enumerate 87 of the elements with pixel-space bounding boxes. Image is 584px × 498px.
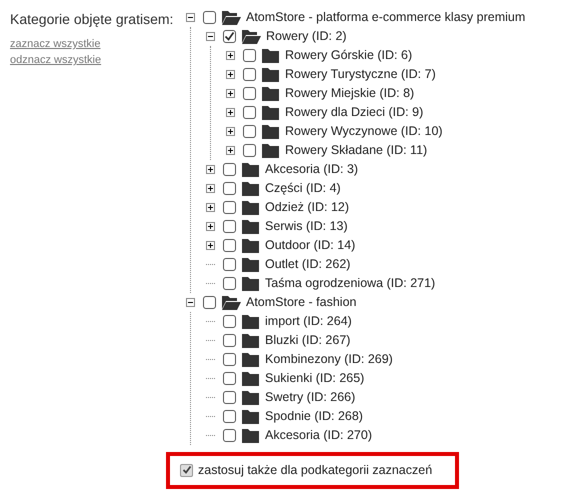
section-label: Kategorie objęte gratisem:: [10, 10, 174, 29]
folder-icon: [242, 200, 259, 215]
expand-icon[interactable]: [226, 51, 235, 60]
expand-icon[interactable]: [226, 70, 235, 79]
folder-icon: [242, 257, 259, 272]
checkbox[interactable]: [243, 49, 256, 62]
checkbox[interactable]: [243, 106, 256, 119]
category-label[interactable]: Akcesoria (ID: 270): [265, 426, 372, 445]
checkbox[interactable]: [223, 391, 236, 404]
expand-icon[interactable]: [206, 222, 215, 231]
folder-icon: [242, 162, 259, 177]
category-label[interactable]: Rowery dla Dzieci (ID: 9): [285, 103, 424, 122]
checkbox[interactable]: [223, 334, 236, 347]
checkbox[interactable]: [180, 464, 193, 477]
folder-icon: [242, 371, 259, 386]
checkbox[interactable]: [223, 239, 236, 252]
checkbox[interactable]: [223, 163, 236, 176]
collapse-icon[interactable]: [206, 32, 215, 41]
checkbox[interactable]: [223, 30, 236, 43]
category-label[interactable]: AtomStore - platforma e-commerce klasy premium: [246, 8, 526, 27]
expand-icon[interactable]: [226, 127, 235, 136]
category-label[interactable]: Akcesoria (ID: 3): [265, 160, 358, 179]
checkbox[interactable]: [223, 315, 236, 328]
checkbox[interactable]: [243, 144, 256, 157]
checkbox[interactable]: [243, 125, 256, 138]
category-label[interactable]: Bluzki (ID: 267): [265, 331, 350, 350]
folder-icon: [262, 67, 279, 82]
checkbox[interactable]: [203, 296, 216, 309]
collapse-icon[interactable]: [186, 13, 195, 22]
category-label[interactable]: Spodnie (ID: 268): [265, 407, 363, 426]
folder-icon: [242, 428, 259, 443]
checkbox[interactable]: [243, 87, 256, 100]
checkbox[interactable]: [223, 220, 236, 233]
expand-icon[interactable]: [206, 241, 215, 250]
category-label[interactable]: AtomStore - fashion: [246, 293, 356, 312]
folder-icon: [262, 48, 279, 63]
folder-icon: [262, 86, 279, 101]
category-label[interactable]: Rowery Składane (ID: 11): [285, 141, 428, 160]
category-label[interactable]: Outdoor (ID: 14): [265, 236, 356, 255]
category-label[interactable]: Rowery Turystyczne (ID: 7): [285, 65, 436, 84]
expand-icon[interactable]: [226, 108, 235, 117]
folder-icon: [242, 181, 259, 196]
folder-icon: [262, 143, 279, 158]
checkbox[interactable]: [223, 410, 236, 423]
expand-icon[interactable]: [206, 184, 215, 193]
category-label[interactable]: import (ID: 264): [265, 312, 352, 331]
open-folder-icon: [222, 295, 241, 310]
checkbox[interactable]: [223, 372, 236, 385]
checkbox[interactable]: [223, 353, 236, 366]
category-label[interactable]: Rowery Miejskie (ID: 8): [285, 84, 414, 103]
folder-icon: [262, 105, 279, 120]
expand-icon[interactable]: [206, 165, 215, 174]
category-label[interactable]: Części (ID: 4): [265, 179, 341, 198]
folder-icon: [242, 390, 259, 405]
category-label[interactable]: Rowery Górskie (ID: 6): [285, 46, 412, 65]
open-folder-icon: [222, 10, 241, 25]
folder-icon: [242, 333, 259, 348]
checkbox[interactable]: [203, 11, 216, 24]
checkbox[interactable]: [223, 258, 236, 271]
checkbox[interactable]: [243, 68, 256, 81]
folder-icon: [242, 219, 259, 234]
checkbox[interactable]: [223, 277, 236, 290]
expand-icon[interactable]: [206, 203, 215, 212]
expand-icon[interactable]: [226, 89, 235, 98]
category-label[interactable]: Rowery (ID: 2): [266, 27, 347, 46]
folder-icon: [242, 314, 259, 329]
folder-icon: [262, 124, 279, 139]
category-label[interactable]: Outlet (ID: 262): [265, 255, 350, 274]
folder-icon: [242, 409, 259, 424]
category-label[interactable]: Sukienki (ID: 265): [265, 369, 364, 388]
checkbox[interactable]: [223, 429, 236, 442]
folder-icon: [242, 238, 259, 253]
select-link[interactable]: zaznacz wszystkie: [10, 36, 100, 52]
open-folder-icon: [242, 29, 261, 44]
category-label[interactable]: Kombinezony (ID: 269): [265, 350, 393, 369]
expand-icon[interactable]: [226, 146, 235, 155]
category-label[interactable]: Swetry (ID: 266): [265, 388, 356, 407]
category-label[interactable]: Taśma ogrodzeniowa (ID: 271): [265, 274, 436, 293]
category-label[interactable]: Rowery Wyczynowe (ID: 10): [285, 122, 443, 141]
folder-icon: [242, 352, 259, 367]
collapse-icon[interactable]: [186, 298, 195, 307]
category-label[interactable]: Odzież (ID: 12): [265, 198, 350, 217]
folder-icon: [242, 276, 259, 291]
select-link[interactable]: odznacz wszystkie: [10, 52, 102, 68]
checkbox[interactable]: [223, 182, 236, 195]
checkbox[interactable]: [223, 201, 236, 214]
category-label[interactable]: Serwis (ID: 13): [265, 217, 348, 236]
